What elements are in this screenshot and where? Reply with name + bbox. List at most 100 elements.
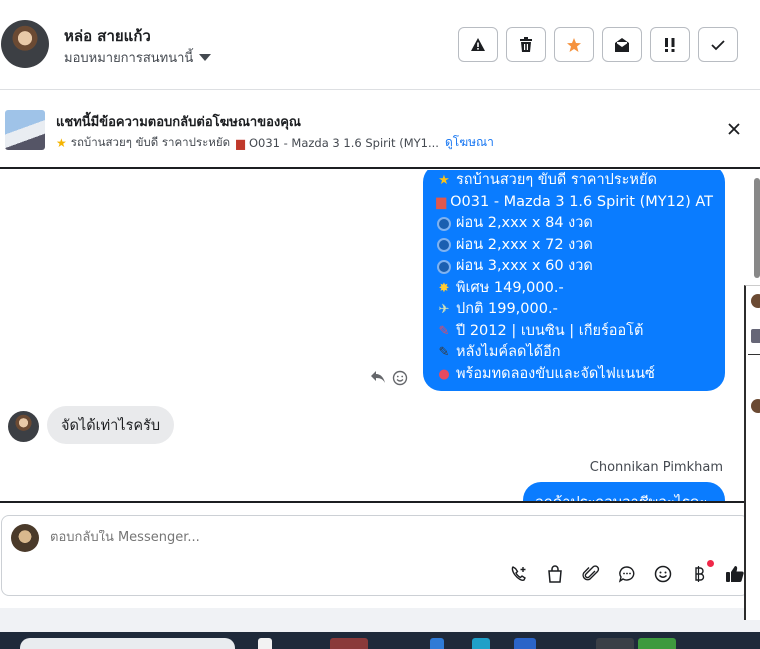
close-icon[interactable] — [726, 121, 742, 137]
contact-name[interactable]: หล่อ สายแก้ว — [64, 24, 151, 48]
message-line: ✎ ปี 2012 | เบนซิน | เกียร์ออโต้ — [435, 321, 713, 343]
message-line-text: ปกติ 199,000.- — [456, 301, 558, 317]
mark-done-button[interactable] — [698, 27, 738, 62]
composer-footer — [0, 608, 760, 632]
reaction-smiley-icon[interactable] — [392, 370, 408, 386]
circle-emoji-icon — [437, 259, 451, 274]
taskbar-search-box[interactable] — [20, 638, 235, 649]
taskbar-app-icon[interactable] — [638, 638, 676, 649]
header-actions — [458, 27, 738, 62]
side-avatar[interactable] — [751, 399, 760, 413]
like-button[interactable] — [724, 563, 746, 585]
message-line: ▆ O031 - Mazda 3 1.6 Spirit (MY12) AT — [435, 192, 713, 214]
chat-bubble-icon — [618, 566, 635, 583]
taskbar-app-icon[interactable] — [514, 638, 536, 649]
outgoing-message-bubble[interactable]: ★ รถบ้านสวยๆ ขับดี ราคาประหยัด ▆ O031 - Ma… — [423, 170, 725, 391]
message-line: ผ่อน 2,xxx x 84 งวด — [435, 213, 713, 235]
money-emoji-icon: ✈ — [438, 302, 450, 317]
message-line: ✸ พิเศษ 149,000.- — [435, 278, 713, 300]
message-actions — [370, 370, 408, 386]
attach-button[interactable] — [580, 563, 602, 585]
message-line: ● พร้อมทดลองขับและจัดไฟแนนซ์ — [435, 364, 713, 386]
boom-emoji-icon: ✸ — [438, 280, 450, 296]
emoji-icon — [654, 565, 672, 583]
report-spam-button[interactable] — [458, 27, 498, 62]
delete-button[interactable] — [506, 27, 546, 62]
message-line-text: ปี 2012 | เบนซิน | เกียร์ออโต้ — [456, 322, 644, 339]
shop-button[interactable] — [544, 563, 566, 585]
pushpin-emoji-icon: ● — [438, 366, 450, 382]
message-line: ✈ ปกติ 199,000.- — [435, 299, 713, 321]
check-icon — [711, 39, 725, 50]
caret-down-icon — [199, 54, 212, 61]
page-avatar — [11, 524, 39, 552]
message-line-text: ผ่อน 2,xxx x 84 งวด — [456, 215, 593, 231]
assign-label: มอบหมายการสนทนานี้ — [64, 51, 194, 66]
trash-icon — [520, 36, 532, 52]
priority-icon — [665, 37, 675, 52]
composer-toolbar — [508, 560, 746, 585]
star-emoji-icon: ★ — [56, 135, 67, 150]
scrollbar-thumb[interactable] — [754, 178, 760, 278]
car-emoji-icon: ▆ — [236, 135, 245, 150]
ad-banner-subtitle: ★ รถบ้านสวยๆ ขับดี ราคาประหยัด ▆ O031 - … — [56, 133, 494, 152]
incoming-message-bubble[interactable]: จัดได้เท่าไรครับ — [47, 406, 175, 444]
message-line: ✎ หลังไมค์ลดได้อีก — [435, 342, 713, 364]
ad-sub-part2: O031 - Mazda 3 1.6 Spirit (MY1... — [248, 135, 439, 150]
reply-input[interactable] — [50, 530, 650, 545]
reply-icon[interactable] — [370, 370, 386, 384]
mark-unread-button[interactable] — [602, 27, 642, 62]
notification-dot — [707, 560, 714, 567]
message-thread[interactable]: ★ รถบ้านสวยๆ ขับดี ราคาประหยัด ▆ O031 - Ma… — [0, 170, 746, 503]
view-ad-link[interactable]: ดูโฆษณา — [445, 133, 494, 152]
message-line-text: O031 - Mazda 3 1.6 Spirit (MY12) AT — [450, 193, 713, 210]
phone-plus-icon — [511, 566, 526, 581]
message-line-text: ผ่อน 3,xxx x 60 งวด — [456, 258, 593, 274]
contact-avatar[interactable] — [8, 411, 39, 442]
ad-banner-title: แชทนี้มีข้อความตอบกลับต่อโฆษณาของคุณ — [56, 115, 301, 130]
priority-button[interactable] — [650, 27, 690, 62]
thumbs-up-icon — [726, 566, 744, 582]
star-button[interactable] — [554, 27, 594, 62]
reply-composer — [1, 515, 749, 596]
divider — [748, 354, 760, 355]
baht-icon — [695, 566, 705, 582]
warning-icon — [471, 37, 485, 51]
taskbar-app-icon[interactable] — [258, 638, 272, 649]
taskbar-app-icon[interactable] — [596, 638, 634, 649]
star-icon — [567, 37, 581, 52]
circle-emoji-icon — [437, 238, 451, 253]
side-avatar[interactable] — [751, 294, 760, 308]
contact-avatar[interactable] — [1, 20, 49, 68]
message-line-text: พร้อมทดลองขับและจัดไฟแนนซ์ — [456, 365, 655, 382]
pin-emoji-icon: ✎ — [438, 323, 450, 339]
taskbar-app-icon[interactable] — [430, 638, 444, 649]
assign-dropdown[interactable]: มอบหมายการสนทนานี้ — [64, 47, 212, 68]
mic-emoji-icon: ✎ — [438, 345, 450, 360]
message-line: ผ่อน 2,xxx x 72 งวด — [435, 235, 713, 257]
emoji-button[interactable] — [652, 563, 674, 585]
side-panel-edge — [744, 285, 760, 620]
envelope-open-icon — [615, 37, 629, 52]
side-thumbnail[interactable] — [751, 329, 760, 343]
saved-replies-button[interactable] — [616, 563, 638, 585]
star-emoji-icon: ★ — [438, 173, 450, 188]
ad-thumbnail[interactable] — [5, 110, 45, 150]
outgoing-message-bubble[interactable]: ลูกค้าประกอบอาชีพอะไรคะ — [523, 482, 725, 501]
shopping-bag-icon — [548, 565, 562, 583]
messenger-window: { "header": { "contact_name": "หล่อ สายแ… — [0, 0, 760, 649]
conversation-header: หล่อ สายแก้ว มอบหมายการสนทนานี้ — [0, 0, 760, 90]
os-taskbar — [0, 632, 760, 649]
message-line: ผ่อน 3,xxx x 60 งวด — [435, 256, 713, 278]
call-button[interactable] — [508, 563, 530, 585]
ad-sub-part1: รถบ้านสวยๆ ขับดี ราคาประหยัด — [70, 134, 231, 149]
message-line-text: พิเศษ 149,000.- — [456, 279, 564, 296]
message-line-text: รถบ้านสวยๆ ขับดี ราคาประหยัด — [456, 172, 657, 188]
message-line: ★ รถบ้านสวยๆ ขับดี ราคาประหยัด — [435, 170, 713, 192]
message-line-text: ผ่อน 2,xxx x 72 งวด — [456, 236, 593, 253]
paperclip-icon — [582, 565, 600, 581]
taskbar-app-icon[interactable] — [330, 638, 368, 649]
payment-button[interactable] — [688, 560, 714, 585]
circle-emoji-icon — [437, 216, 451, 231]
taskbar-app-icon[interactable] — [472, 638, 490, 649]
